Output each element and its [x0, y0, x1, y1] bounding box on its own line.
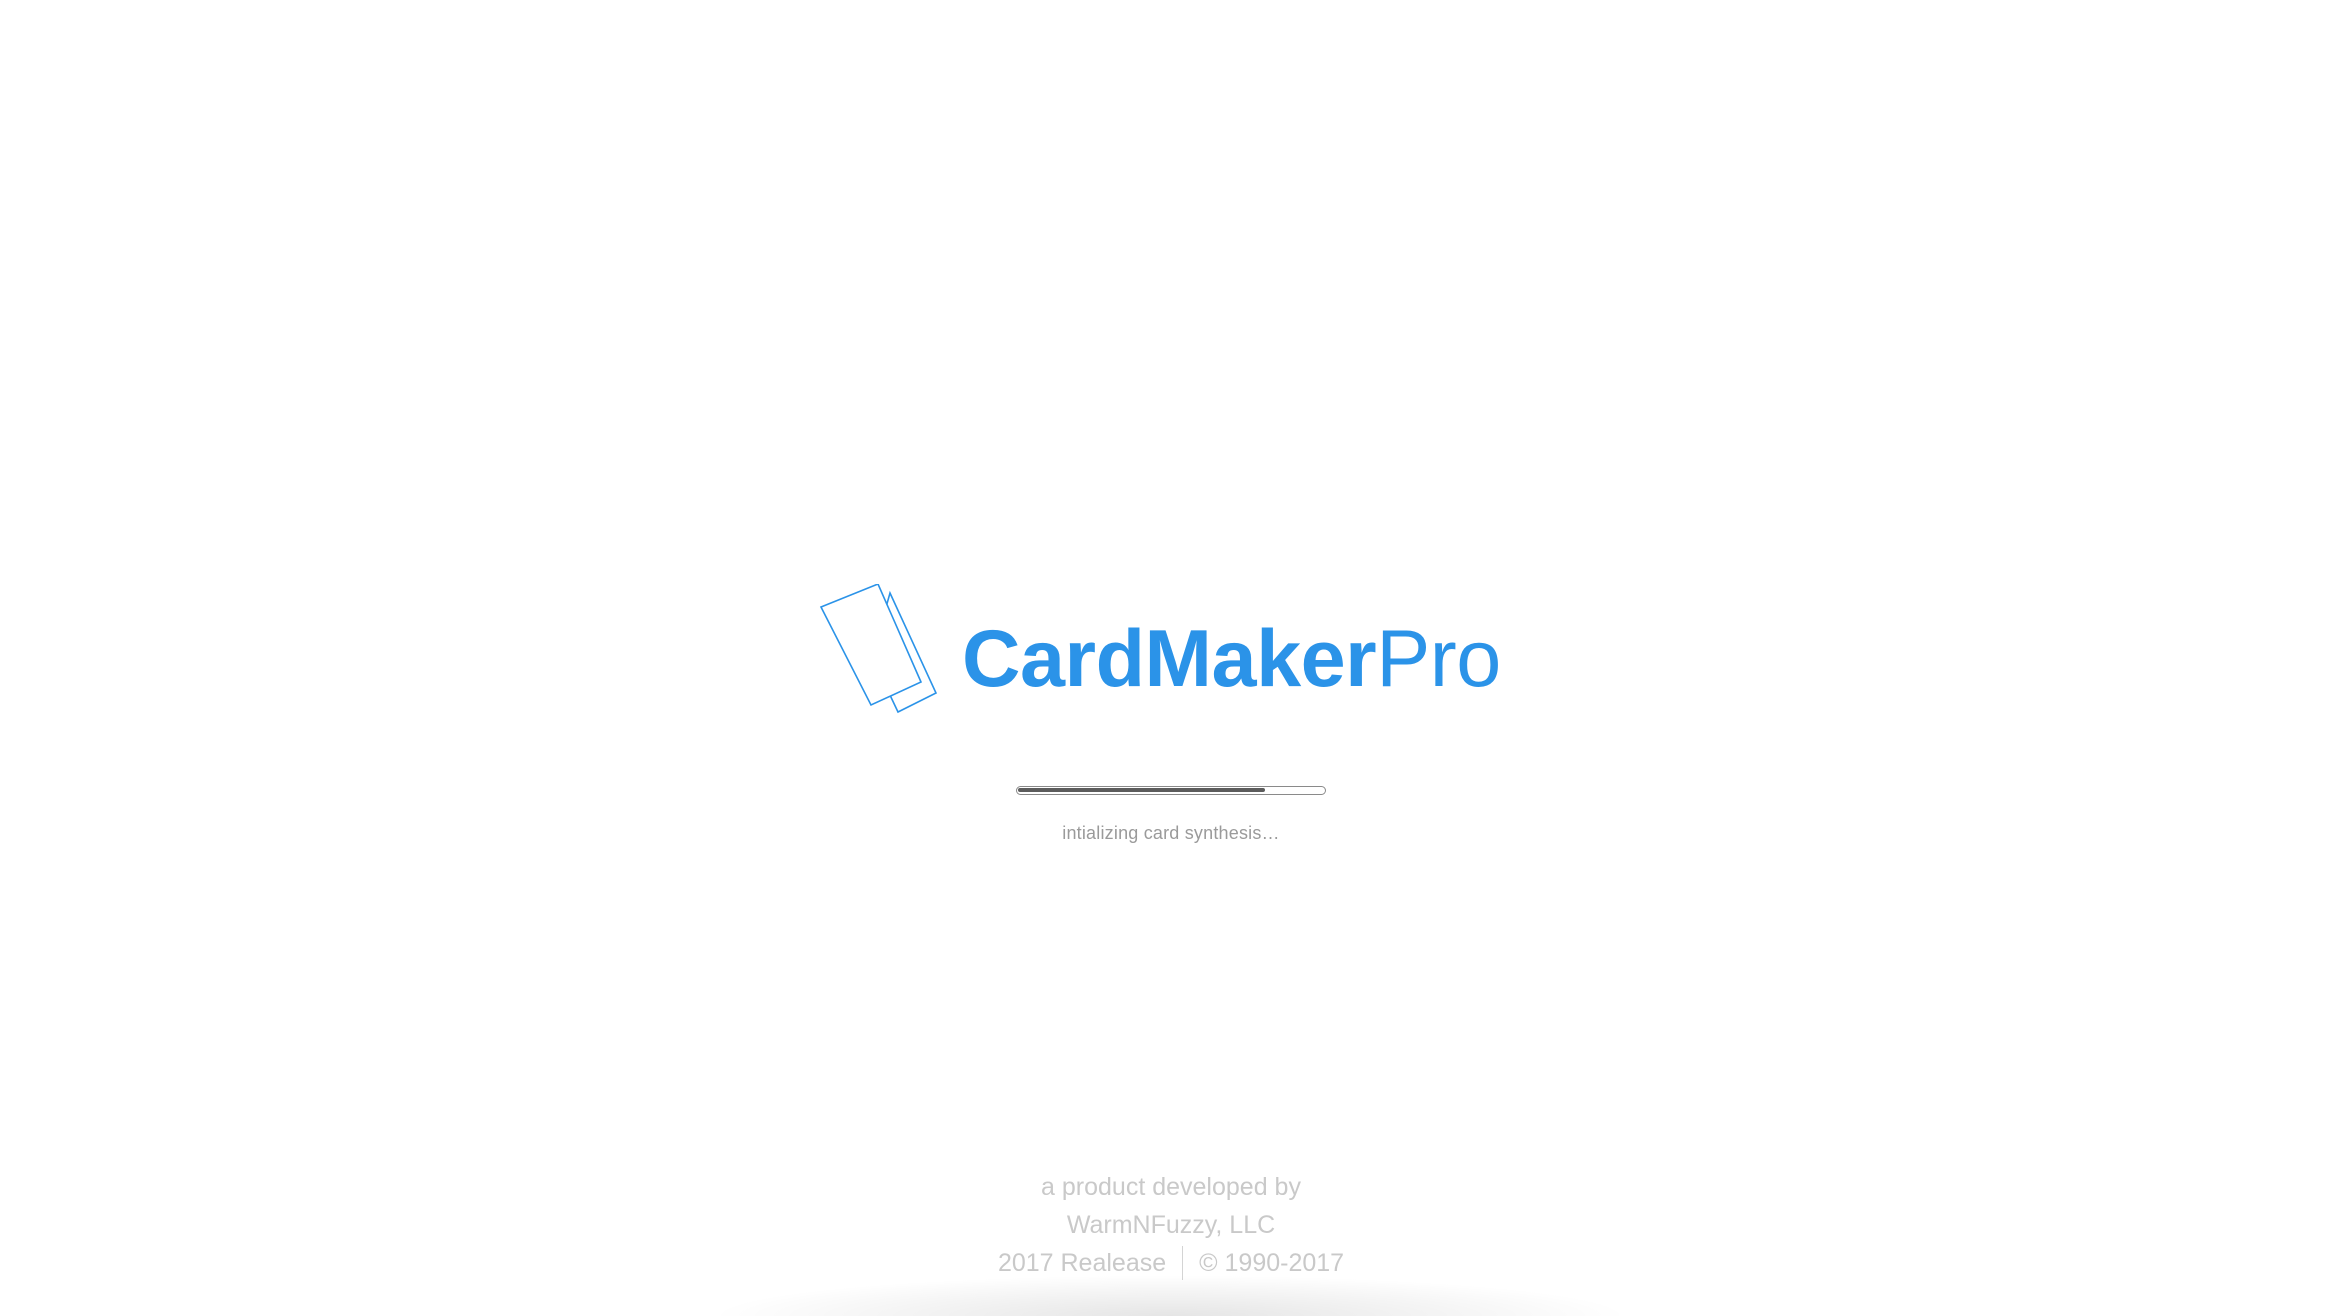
footer-credits: a product developed by WarmNFuzzy, LLC 2…	[0, 1168, 2342, 1282]
app-logo: CardMakerPro	[818, 584, 1501, 734]
loading-progress-fill	[1018, 788, 1265, 792]
developer-name: WarmNFuzzy, LLC	[1066, 1211, 1276, 1239]
developer-caption: a product developed by	[1041, 1173, 1301, 1201]
app-name-strong: CardMaker	[962, 613, 1377, 704]
footer-divider	[1182, 1246, 1184, 1280]
bottom-shadow	[720, 1276, 1620, 1316]
loading-status-text: intializing card synthesis…	[1062, 823, 1280, 843]
loading-progress-bar	[1016, 786, 1326, 795]
stacked-cards-icon	[819, 584, 938, 714]
app-name: CardMakerPro	[962, 618, 1501, 700]
app-name-light: Pro	[1376, 613, 1501, 704]
splash-screen: CardMakerPro intializing card synthesis……	[0, 0, 2342, 1316]
